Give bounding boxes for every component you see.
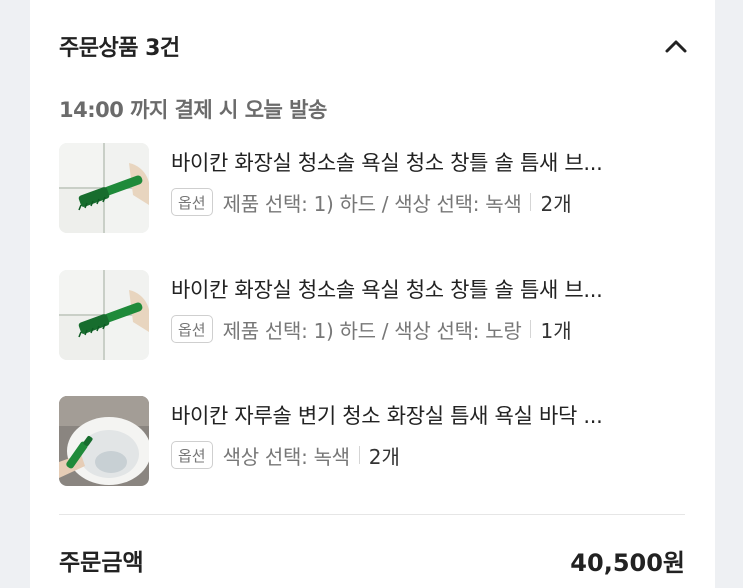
item-options: 옵션 제품 선택: 1) 하드 / 색상 선택: 녹색 2개: [171, 187, 572, 217]
item-name[interactable]: 바이칸 자루솔 변기 청소 화장실 틈새 욕실 바닥 ...: [171, 400, 681, 430]
item-name[interactable]: 바이칸 화장실 청소솔 욕실 청소 창틀 솔 틈새 브...: [171, 147, 681, 177]
order-item[interactable]: 바이칸 화장실 청소솔 욕실 청소 창틀 솔 틈새 브... 옵션 제품 선택:…: [59, 143, 689, 233]
divider: [530, 193, 532, 211]
order-total-value: 40,500원: [570, 548, 685, 577]
item-quantity: 2개: [540, 191, 572, 216]
item-options: 옵션 색상 선택: 녹색 2개: [171, 440, 400, 470]
option-text: 제품 선택: 1) 하드 / 색상 선택: 녹색: [222, 191, 522, 216]
divider: [358, 446, 360, 464]
option-text: 색상 선택: 녹색: [222, 444, 350, 469]
brush-tile-image[interactable]: [59, 270, 149, 360]
option-badge: 옵션: [171, 315, 213, 343]
item-quantity: 1개: [540, 318, 572, 343]
option-text: 제품 선택: 1) 하드 / 색상 선택: 노랑: [222, 318, 522, 343]
order-total-row: 주문금액 40,500원: [59, 540, 685, 580]
brush-tile-image[interactable]: [59, 143, 149, 233]
section-divider: [59, 514, 685, 515]
chevron-up-icon[interactable]: [663, 33, 689, 59]
toilet-brush-image[interactable]: [59, 396, 149, 486]
order-item[interactable]: 바이칸 자루솔 변기 청소 화장실 틈새 욕실 바닥 ... 옵션 색상 선택:…: [59, 396, 689, 486]
divider: [530, 320, 532, 338]
order-items-title: 주문상품 3건: [59, 36, 180, 61]
item-options: 옵션 제품 선택: 1) 하드 / 색상 선택: 노랑 1개: [171, 314, 572, 344]
item-quantity: 2개: [368, 444, 400, 469]
order-items-card: 주문상품 3건 14:00 까지 결제 시 오늘 발송 바이칸 화장실 청소솔 …: [30, 0, 715, 588]
order-total-label: 주문금액: [59, 550, 144, 576]
item-name[interactable]: 바이칸 화장실 청소솔 욕실 청소 창틀 솔 틈새 브...: [171, 274, 681, 304]
order-items-header[interactable]: 주문상품 3건: [59, 28, 689, 64]
option-badge: 옵션: [171, 188, 213, 216]
order-item[interactable]: 바이칸 화장실 청소솔 욕실 청소 창틀 솔 틈새 브... 옵션 제품 선택:…: [59, 270, 689, 360]
option-badge: 옵션: [171, 441, 213, 469]
shipping-notice: 14:00 까지 결제 시 오늘 발송: [59, 98, 327, 122]
